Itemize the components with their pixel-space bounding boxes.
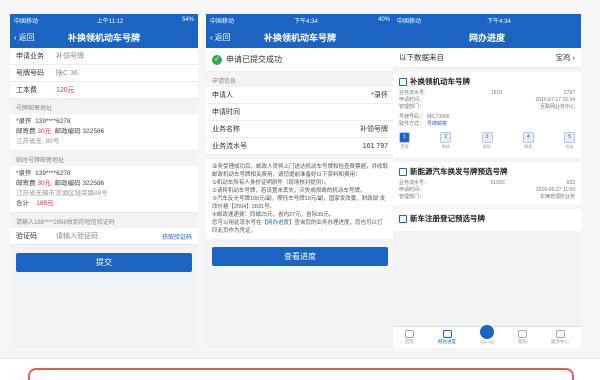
row-business: 申请业务 补领号牌: [10, 48, 198, 65]
scan-icon: [480, 325, 494, 339]
step-1: 1 受理: [399, 132, 410, 149]
tab-service[interactable]: 服务中心: [551, 330, 569, 345]
view-progress-button[interactable]: 查看进度: [212, 247, 388, 266]
status-time: 上午11:12: [96, 18, 124, 25]
tab-bar: 首页 网办进度 扫一扫 我的 服务中心: [393, 325, 581, 348]
chevron-left-icon: ‹: [14, 32, 17, 42]
mail-address[interactable]: *录怀 139****6278 邮寄费 30元 邮政编码 322586 江苏省无…: [10, 114, 198, 151]
battery: 54%: [181, 17, 194, 23]
back-button[interactable]: ‹ 返回: [210, 32, 231, 43]
progress-link[interactable]: 【网办进度】: [262, 220, 295, 226]
total-value: 185元: [36, 200, 54, 207]
step-5: 5 完成: [564, 132, 575, 149]
info-caption: 申请信息: [212, 79, 237, 85]
mail-caption: 号牌邮寄地址: [16, 106, 53, 112]
check-icon: ✓: [212, 54, 222, 65]
phone-submit-success: 中国移动 下午4:34 40% ‹ 返回 补换领机动车号牌 ✓ 申请已提交成功 …: [206, 14, 394, 348]
document-icon: [399, 167, 407, 176]
nav-bar: ‹ 返回 补换领机动车号牌: [206, 26, 394, 48]
progress-card-1[interactable]: 补换领机动车号牌 业务流水号： 1610 2797 申请时间： 2016-07-17 …: [393, 72, 581, 158]
service-icon: [555, 330, 565, 338]
progress-card-2[interactable]: 新能源汽车换发号牌预选号牌 业务流水号： 6103C 633 申请时间： 2016-0…: [393, 162, 581, 205]
document-icon: [399, 214, 407, 223]
data-source-row[interactable]: 以下数据来自 宝鸡 ›: [393, 48, 581, 68]
status-bar: 中国移动 上午11:12 54%: [10, 14, 198, 26]
row-fee: 工本费 120元: [10, 82, 198, 99]
step-4: 4 邮寄: [522, 132, 534, 149]
nav-bar: ‹ 返回 补换领机动车号牌: [10, 26, 198, 48]
step-2: 2 审核: [440, 132, 452, 149]
chevron-right-icon: ›: [572, 53, 576, 62]
nav-bar: 网办进度: [393, 26, 581, 48]
list-icon: [442, 330, 452, 338]
document-icon: [399, 77, 407, 86]
red-outline-box: [28, 368, 574, 380]
user-icon: [518, 330, 527, 338]
home-icon: [405, 330, 414, 338]
carrier: 中国移动: [14, 18, 39, 25]
row-applicant: 申请人 *录怀: [206, 87, 394, 104]
back-button[interactable]: ‹ 返回: [14, 32, 35, 43]
temp-caption: 临时号牌邮寄地址: [16, 158, 65, 164]
chevron-left-icon: ‹: [210, 32, 213, 42]
screenshot-stage: 中国移动 上午11:12 54% ‹ 返回 补换领机动车号牌 申请业务 补领号牌…: [0, 0, 600, 380]
tab-home[interactable]: 首页: [405, 330, 414, 345]
notice-text: 业务受理成功后，邮政人员将上门送达机动车号牌和检查费票据，并收取邮政机动车号牌相…: [206, 159, 394, 239]
tab-scan[interactable]: 扫一扫: [480, 325, 494, 346]
progress-steps: 1 受理 2 审核 3 制证 4 邮寄 5 完成: [399, 128, 575, 154]
success-banner: ✓ 申请已提交成功: [206, 48, 394, 72]
page-title: 补换领机动车号牌: [67, 32, 140, 43]
code-row: 验证码 请输入验证码 获取验证码: [10, 228, 198, 245]
tab-progress[interactable]: 网办进度: [438, 330, 456, 345]
row-serial: 业务流水号 161 797: [206, 138, 394, 155]
status-bar: 中国移动 下午4:34 40%: [206, 14, 394, 26]
tab-mine[interactable]: 我的: [518, 330, 527, 345]
bottom-strip: [0, 358, 600, 380]
page-title: 网办进度: [468, 32, 505, 43]
page-title: 补换领机动车号牌: [263, 32, 336, 43]
total-label: 合计: [16, 200, 29, 207]
row-business-name: 业务名称 补领号牌: [206, 121, 394, 138]
submit-button[interactable]: 提交: [16, 253, 192, 272]
code-input[interactable]: 请输入验证码: [56, 231, 162, 241]
status-bar: 中国移动 下午4:34: [393, 14, 581, 26]
phone-progress: 中国移动 下午4:34 网办进度 以下数据来自 宝鸡 › 补换领机动车号牌 业务…: [393, 14, 581, 348]
row-plate: 号牌号码 陕C 36: [10, 65, 198, 82]
row-time: 申请时间: [206, 104, 394, 121]
get-code-button[interactable]: 获取验证码: [162, 232, 192, 241]
sms-hint: 请输入188****2958收到的短信验证码: [16, 220, 115, 226]
phone-apply-form: 中国移动 上午11:12 54% ‹ 返回 补换领机动车号牌 申请业务 补领号牌…: [10, 14, 198, 348]
progress-card-3[interactable]: 新车注册登记预选号牌: [393, 209, 581, 231]
temp-address[interactable]: *录怀 139****6278 邮寄费 30元 邮政编码 322586 江苏省无…: [10, 166, 198, 213]
step-3: 3 制证: [481, 132, 493, 149]
